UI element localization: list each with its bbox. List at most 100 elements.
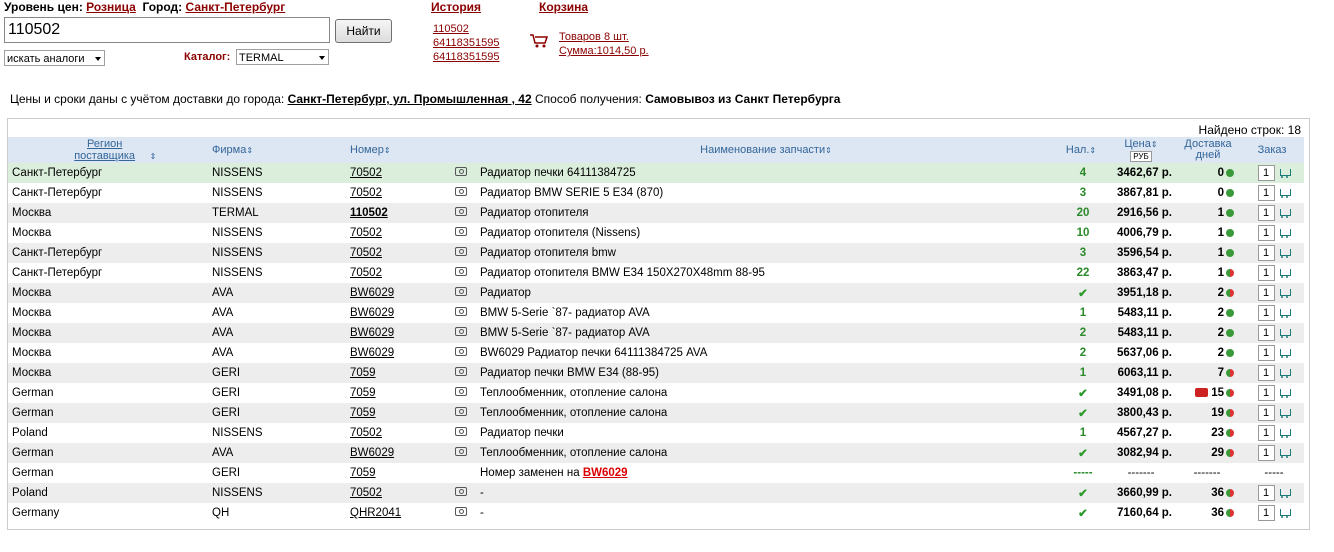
camera-icon[interactable] [455,227,467,236]
add-to-cart-icon[interactable] [1279,288,1291,299]
add-to-cart-icon[interactable] [1279,388,1291,399]
order-qty-input[interactable]: 1 [1257,165,1275,181]
part-number-link[interactable]: QHR2041 [350,507,401,519]
city-link[interactable]: Санкт-Петербург [186,0,286,14]
add-to-cart-icon[interactable] [1279,328,1291,339]
price-value: 5483,11 р. [1117,327,1172,339]
add-to-cart-icon[interactable] [1279,508,1291,519]
part-number-link[interactable]: 70502 [350,487,382,499]
part-number-link[interactable]: 7059 [350,467,376,479]
order-qty-input[interactable]: 1 [1257,405,1275,421]
col-stock[interactable]: Нал.⇕ [1056,137,1106,163]
part-number-link[interactable]: 70502 [350,167,382,179]
order-qty-input[interactable]: 1 [1257,265,1275,281]
part-number-link[interactable]: 7059 [350,387,376,399]
add-to-cart-icon[interactable] [1279,308,1291,319]
part-number-link[interactable]: BW6029 [350,307,394,319]
order-qty-input[interactable]: 1 [1257,305,1275,321]
currency-select[interactable]: РУБ [1130,151,1152,162]
replacement-link[interactable]: BW6029 [583,467,628,479]
chevron-down-icon [95,57,101,61]
col-firm-label: Фирма [212,144,247,156]
part-number-link[interactable]: 110502 [350,207,388,219]
camera-icon[interactable] [455,447,467,456]
camera-icon[interactable] [455,407,467,416]
add-to-cart-icon[interactable] [1279,428,1291,439]
add-to-cart-icon[interactable] [1279,408,1291,419]
add-to-cart-icon[interactable] [1279,228,1291,239]
part-number-link[interactable]: BW6029 [350,327,394,339]
part-number-link[interactable]: 70502 [350,227,382,239]
part-number-link[interactable]: 70502 [350,187,382,199]
order-qty-input[interactable]: 1 [1257,225,1275,241]
cart-icon[interactable] [529,33,549,49]
camera-icon[interactable] [455,327,467,336]
part-number-link[interactable]: 70502 [350,247,382,259]
cart-items[interactable]: Товаров 8 шт. [559,30,649,44]
add-to-cart-icon[interactable] [1279,188,1291,199]
order-qty-input[interactable]: 1 [1257,445,1275,461]
camera-icon[interactable] [455,347,467,356]
camera-icon[interactable] [455,367,467,376]
cart-sum[interactable]: Сумма:1014,50 р. [559,44,649,58]
add-to-cart-icon[interactable] [1279,208,1291,219]
search-input[interactable] [4,17,330,43]
delivery-address[interactable]: Санкт-Петербург, ул. Промышленная , 42 [288,92,532,106]
camera-icon[interactable] [455,487,467,496]
camera-icon[interactable] [455,167,467,176]
col-number[interactable]: Номер⇕ [323,137,451,163]
col-price[interactable]: Цена⇕ РУБ [1106,137,1176,163]
order-qty-input[interactable]: 1 [1257,245,1275,261]
order-qty-input[interactable]: 1 [1257,185,1275,201]
order-qty-input[interactable]: 1 [1257,365,1275,381]
history-item[interactable]: 110502 [433,22,499,36]
order-qty-input[interactable]: 1 [1257,425,1275,441]
camera-icon[interactable] [455,287,467,296]
part-number-link[interactable]: BW6029 [350,287,394,299]
history-item[interactable]: 64118351595 [433,36,499,50]
price-level-link[interactable]: Розница [86,0,136,14]
firm-cell: GERI [208,403,323,423]
camera-icon[interactable] [455,267,467,276]
order-qty-input[interactable]: 1 [1257,285,1275,301]
add-to-cart-icon[interactable] [1279,348,1291,359]
camera-icon[interactable] [455,187,467,196]
add-to-cart-icon[interactable] [1279,168,1291,179]
col-delivery[interactable]: Доставка дней [1176,137,1240,163]
col-region[interactable]: Регион поставщика ⇕ [8,137,208,163]
col-name[interactable]: Наименование запчасти⇕ [476,137,1056,163]
camera-icon[interactable] [455,307,467,316]
order-qty-input[interactable]: 1 [1257,485,1275,501]
camera-icon[interactable] [455,207,467,216]
add-to-cart-icon[interactable] [1279,268,1291,279]
part-number-link[interactable]: BW6029 [350,447,394,459]
add-to-cart-icon[interactable] [1279,248,1291,259]
cart-link[interactable]: Корзина [539,0,588,14]
part-number-link[interactable]: 7059 [350,367,376,379]
catalog-select[interactable]: TERMAL [236,49,329,65]
analog-select[interactable]: искать аналоги [4,50,105,66]
region-cell: Москва [12,347,52,359]
part-number-link[interactable]: 70502 [350,427,382,439]
find-button[interactable]: Найти [335,19,392,43]
col-firm[interactable]: Фирма⇕ [208,137,323,163]
camera-icon[interactable] [455,507,467,516]
order-qty-input[interactable]: 1 [1257,505,1275,521]
camera-icon[interactable] [455,387,467,396]
order-qty-input[interactable]: 1 [1257,345,1275,361]
part-name: Теплообменник, отопление салона [480,407,668,419]
add-to-cart-icon[interactable] [1279,488,1291,499]
part-number-link[interactable]: BW6029 [350,347,394,359]
order-qty-input[interactable]: 1 [1257,385,1275,401]
camera-icon[interactable] [455,427,467,436]
add-to-cart-icon[interactable] [1279,368,1291,379]
history-item[interactable]: 64118351595 [433,50,499,64]
table-row: German GERI 7059 Теплообменник, отопление с… [8,383,1304,403]
order-qty-input[interactable]: 1 [1257,325,1275,341]
order-qty-input[interactable]: 1 [1257,205,1275,221]
camera-icon[interactable] [455,247,467,256]
part-number-link[interactable]: 70502 [350,267,382,279]
part-number-link[interactable]: 7059 [350,407,376,419]
add-to-cart-icon[interactable] [1279,448,1291,459]
history-link[interactable]: История [431,0,481,14]
